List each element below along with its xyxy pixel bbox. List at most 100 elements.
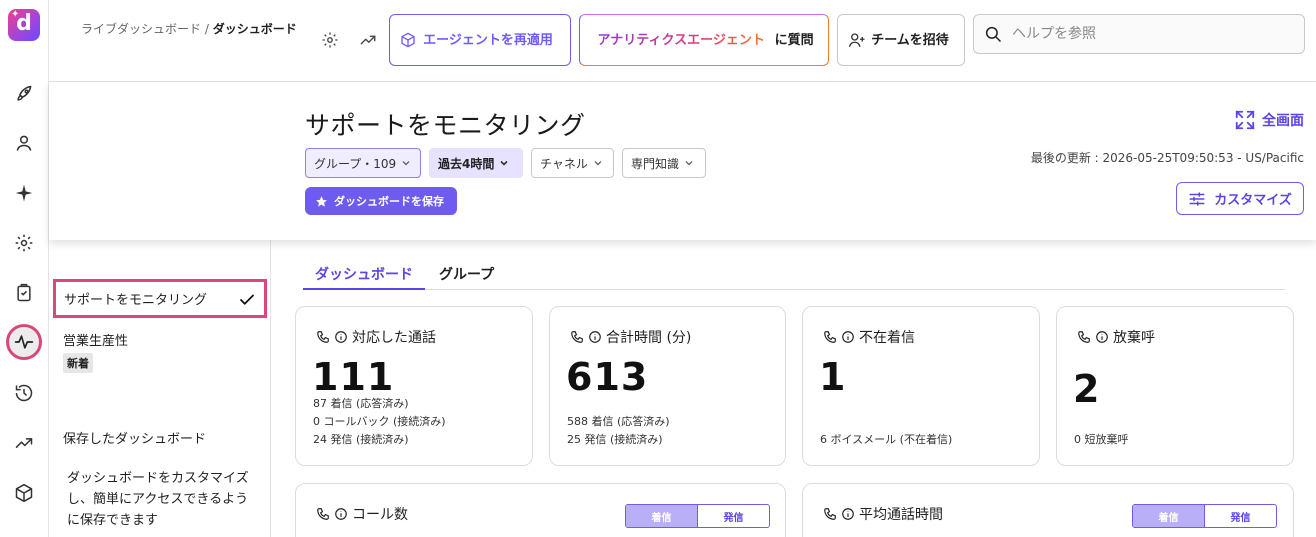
analytics-agent-label: アナリティクスエージェント [597, 32, 765, 48]
info-icon[interactable] [1095, 330, 1109, 344]
direction-toggle: 着信 発信 [625, 504, 770, 528]
channel-filter-label: チャネル [540, 156, 588, 171]
history-icon[interactable] [12, 381, 36, 405]
metric-detail: 588 着信 (応答済み) [567, 415, 670, 428]
person-icon[interactable] [12, 131, 36, 155]
card-title: 合計時間 (分) [570, 327, 691, 347]
toggle-inbound[interactable]: 着信 [1133, 505, 1205, 527]
metric-card-handled-calls[interactable]: 対応した通話 111 87 着信 (応答済み) 0 コールバック (接続済み) … [295, 306, 533, 466]
sliders-icon [1189, 191, 1205, 206]
expertise-filter-label: 専門知識 [631, 156, 680, 171]
trend-icon[interactable] [12, 431, 36, 455]
top-header: ライブダッシュボード / ダッシュボード エージェントを再適用 アナリティクスエ… [49, 0, 1316, 82]
customize-label: カスタマイズ [1214, 193, 1292, 208]
phone-icon [317, 508, 329, 520]
fullscreen-button[interactable]: 全画面 [1234, 109, 1304, 131]
dashboard-item-monitor-support[interactable]: サポートをモニタリング [53, 279, 267, 318]
toggle-outbound[interactable]: 発信 [698, 505, 769, 527]
info-icon[interactable] [334, 507, 348, 521]
toggle-outbound[interactable]: 発信 [1205, 505, 1276, 527]
metric-card-abandoned-calls[interactable]: 放棄呼 2 0 短放棄呼 [1056, 306, 1294, 466]
logo-sparkle-icon: ✦ [11, 9, 20, 20]
last-updated: 最後の更新 : 2026-05-25T09:50:53 - US/Pacific [1030, 151, 1304, 165]
phone-icon [824, 331, 836, 343]
direction-toggle: 着信 発信 [1132, 504, 1277, 528]
metric-detail: 0 短放棄呼 [1074, 433, 1129, 446]
customize-button[interactable]: カスタマイズ [1176, 182, 1304, 215]
info-icon[interactable] [841, 507, 855, 521]
search-input[interactable] [1012, 26, 1292, 42]
card-title-label: 平均通話時間 [859, 507, 943, 523]
breadcrumb-current: ダッシュボード [212, 22, 297, 36]
info-icon[interactable] [588, 330, 602, 344]
card-title-label: 不在着信 [859, 330, 915, 346]
channel-filter[interactable]: チャネル [531, 148, 614, 178]
card-title: 対応した通話 [316, 327, 436, 347]
cube-icon[interactable] [12, 481, 36, 505]
dashboard-list-sidebar: サポートをモニタリング 営業生産性 新着 保存したダッシュボード ダッシュボード… [49, 240, 271, 537]
chevron-down-icon [685, 161, 693, 166]
reapply-agent-label: エージェントを再適用 [423, 32, 553, 48]
card-title-label: 合計時間 (分) [606, 330, 692, 346]
invite-team-label: チームを招待 [871, 32, 949, 48]
card-title: コール数 [316, 504, 408, 524]
call-volume-card[interactable]: コール数 着信 発信 [295, 483, 786, 537]
toggle-inbound[interactable]: 着信 [626, 505, 698, 527]
breadcrumb-separator: / [204, 22, 209, 36]
metric-card-missed-calls[interactable]: 不在着信 1 6 ボイスメール (不在着信) [802, 306, 1040, 466]
chevron-down-icon [500, 160, 508, 166]
dashboard-tabs: ダッシュボード グループ [303, 258, 1285, 290]
cube-icon [401, 32, 415, 48]
card-title: 放棄呼 [1077, 327, 1155, 347]
new-badge: 新着 [63, 353, 93, 373]
avg-call-duration-card[interactable]: 平均通話時間 着信 発信 [802, 483, 1294, 537]
chevron-down-icon [402, 161, 410, 166]
fullscreen-label: 全画面 [1262, 113, 1304, 129]
metric-value: 1 [819, 355, 847, 399]
group-filter[interactable]: グループ・109 [305, 148, 421, 178]
add-person-icon [848, 33, 865, 47]
info-icon[interactable] [334, 330, 348, 344]
info-icon[interactable] [841, 330, 855, 344]
phone-icon [571, 331, 583, 343]
app-logo[interactable]: ✦ d [8, 9, 40, 41]
help-search[interactable] [973, 14, 1305, 54]
tab-dashboard[interactable]: ダッシュボード [303, 258, 425, 290]
dashboard-settings-gear-icon[interactable] [319, 29, 341, 51]
activity-icon[interactable] [6, 324, 42, 360]
metric-details: 0 短放棄呼 [1074, 431, 1129, 449]
metric-value: 111 [312, 355, 395, 399]
sparkle-icon[interactable] [12, 181, 36, 205]
ask-analytics-agent-button[interactable]: アナリティクスエージェント に質問 [579, 14, 829, 66]
phone-icon [317, 331, 329, 343]
invite-team-button[interactable]: チームを招待 [837, 14, 965, 66]
saved-dashboards-description: ダッシュボードをカスタマイズし、簡単にアクセスできるように保存できます [67, 471, 249, 528]
page-title: サポートをモニタリング [305, 111, 586, 140]
reapply-agent-button[interactable]: エージェントを再適用 [389, 14, 571, 66]
time-range-filter[interactable]: 過去4時間 [429, 148, 523, 178]
phone-icon [824, 508, 836, 520]
metric-value: 2 [1073, 367, 1101, 411]
checkmark-icon [240, 294, 254, 305]
trend-icon[interactable] [357, 29, 379, 51]
left-nav-rail: ✦ d [0, 0, 49, 537]
card-title-label: 対応した通話 [352, 330, 436, 346]
metric-card-total-minutes[interactable]: 合計時間 (分) 613 588 着信 (応答済み) 25 発信 (接続済み) [549, 306, 786, 466]
dashboard-item-sales-productivity[interactable]: 営業生産性 新着 [53, 330, 267, 373]
time-range-label: 過去4時間 [438, 156, 495, 171]
rocket-icon[interactable] [12, 82, 36, 106]
breadcrumb: ライブダッシュボード / ダッシュボード [81, 20, 303, 38]
star-icon [316, 195, 327, 207]
tab-group[interactable]: グループ [427, 258, 506, 290]
card-title-label: コール数 [352, 507, 408, 523]
metric-detail: 25 発信 (接続済み) [567, 433, 663, 446]
chevron-down-icon [594, 161, 602, 166]
breadcrumb-parent[interactable]: ライブダッシュボード [81, 22, 201, 36]
dashboard-item-label: サポートをモニタリング [64, 293, 208, 308]
gear-icon[interactable] [12, 231, 36, 255]
save-dashboard-button[interactable]: ダッシュボードを保存 [305, 187, 457, 215]
search-icon [985, 26, 1002, 43]
clipboard-icon[interactable] [12, 281, 36, 305]
metric-details: 588 着信 (応答済み) 25 発信 (接続済み) [567, 413, 670, 449]
expertise-filter[interactable]: 専門知識 [622, 148, 706, 178]
